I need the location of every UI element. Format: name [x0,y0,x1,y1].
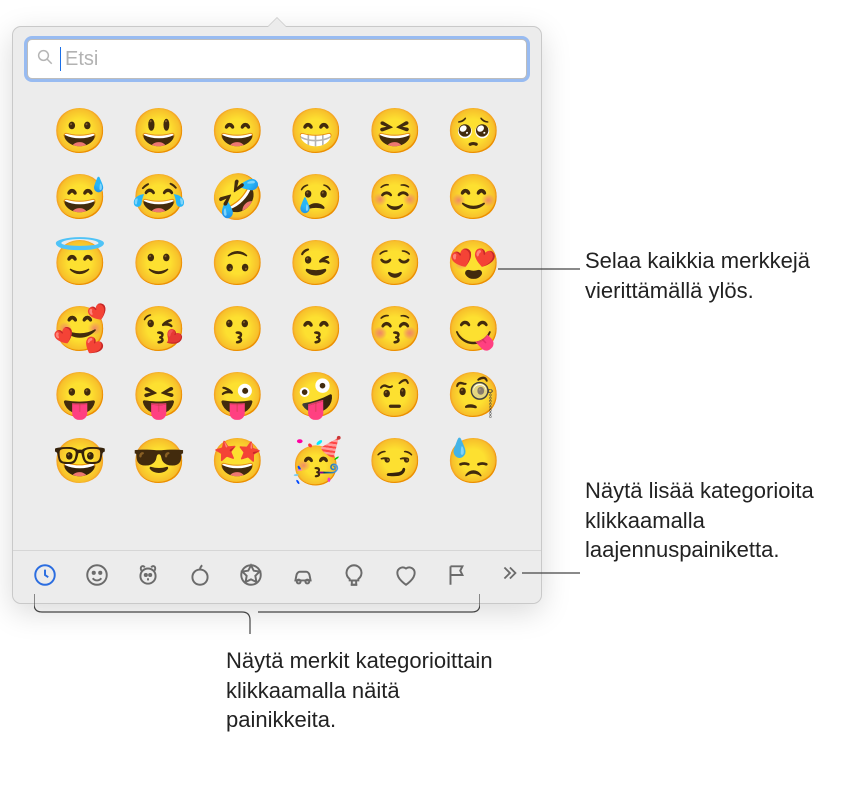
emoji-cell[interactable]: 😇 [52,236,108,292]
category-activity[interactable] [231,557,271,593]
emoji-cell[interactable]: 😂 [131,170,187,226]
category-animals[interactable] [128,557,168,593]
emoji-cell[interactable]: 😎 [131,434,187,490]
emoji-cell[interactable]: 🥺 [446,104,502,160]
activity-icon [238,562,264,588]
smiley-icon [84,562,110,588]
objects-icon [341,562,367,588]
emoji-cell[interactable]: 🥳 [288,434,344,490]
emoji-cell[interactable]: ☺️ [367,170,423,226]
emoji-cell[interactable]: 😜 [210,368,266,424]
emoji-cell[interactable]: 😚 [367,302,423,358]
emoji-cell[interactable]: 😛 [52,368,108,424]
category-symbols[interactable] [386,557,426,593]
category-bar [13,550,541,603]
search-input[interactable] [63,47,518,72]
search-wrap [13,27,541,87]
callout-categories: Näytä merkit kategorioittain klikkaamall… [226,646,506,735]
search-field[interactable] [27,39,527,79]
category-travel[interactable] [283,557,323,593]
food-icon [187,562,213,588]
expand-button[interactable] [489,557,529,593]
emoji-cell[interactable]: 🤨 [367,368,423,424]
emoji-cell[interactable]: 😘 [131,302,187,358]
text-caret [60,47,61,71]
category-flags[interactable] [437,557,477,593]
emoji-cell[interactable]: 😅 [52,170,108,226]
emoji-cell[interactable]: 😉 [288,236,344,292]
emoji-cell[interactable]: 😝 [131,368,187,424]
emoji-cell[interactable]: 🤩 [210,434,266,490]
emoji-cell[interactable]: 😆 [367,104,423,160]
popover-pointer [267,17,287,27]
callout-scroll: Selaa kaikkia merkkejä vierittämällä ylö… [585,246,835,305]
emoji-cell[interactable]: 🧐 [446,368,502,424]
emoji-cell[interactable]: 😓 [446,434,502,490]
emoji-cell[interactable]: 😢 [288,170,344,226]
emoji-cell[interactable]: 🥰 [52,302,108,358]
emoji-cell[interactable]: 🤓 [52,434,108,490]
emoji-cell[interactable]: 😀 [52,104,108,160]
heart-icon [393,562,419,588]
category-food[interactable] [180,557,220,593]
emoji-cell[interactable]: 😁 [288,104,344,160]
emoji-cell[interactable]: 🙂 [131,236,187,292]
emoji-cell[interactable]: 😍 [446,236,502,292]
emoji-cell[interactable]: 🙃 [210,236,266,292]
category-objects[interactable] [334,557,374,593]
category-smileys[interactable] [77,557,117,593]
clock-icon [32,562,58,588]
chevron-double-right-icon [498,562,520,589]
emoji-cell[interactable]: 😊 [446,170,502,226]
emoji-cell[interactable]: 😄 [210,104,266,160]
emoji-cell[interactable]: 😙 [288,302,344,358]
emoji-cell[interactable]: 🤪 [288,368,344,424]
search-icon [36,48,60,71]
animal-icon [135,562,161,588]
emoji-grid[interactable]: 😀 😃 😄 😁 😆 🥺 😅 😂 🤣 😢 ☺️ 😊 😇 🙂 🙃 😉 😌 😍 🥰 😘 😗 😙 😚 😋 😛 😝 😜 🤪 🤨 🧐 🤓 😎 🤩 🥳 😏 😓 [13,87,541,550]
emoji-cell[interactable]: 😗 [210,302,266,358]
callout-expand: Näytä lisää kategorioita klikkaamalla la… [585,476,845,565]
emoji-cell[interactable]: 😃 [131,104,187,160]
travel-icon [290,562,316,588]
emoji-cell[interactable]: 🤣 [210,170,266,226]
emoji-cell[interactable]: 😏 [367,434,423,490]
category-recent[interactable] [25,557,65,593]
emoji-picker-panel: 😀 😃 😄 😁 😆 🥺 😅 😂 🤣 😢 ☺️ 😊 😇 🙂 🙃 😉 😌 😍 🥰 😘 😗 😙 😚 😋 😛 😝 😜 🤪 🤨 🧐 🤓 😎 🤩 🥳 😏 😓 [12,26,542,604]
emoji-cell[interactable]: 😌 [367,236,423,292]
emoji-cell[interactable]: 😋 [446,302,502,358]
flag-icon [444,562,470,588]
